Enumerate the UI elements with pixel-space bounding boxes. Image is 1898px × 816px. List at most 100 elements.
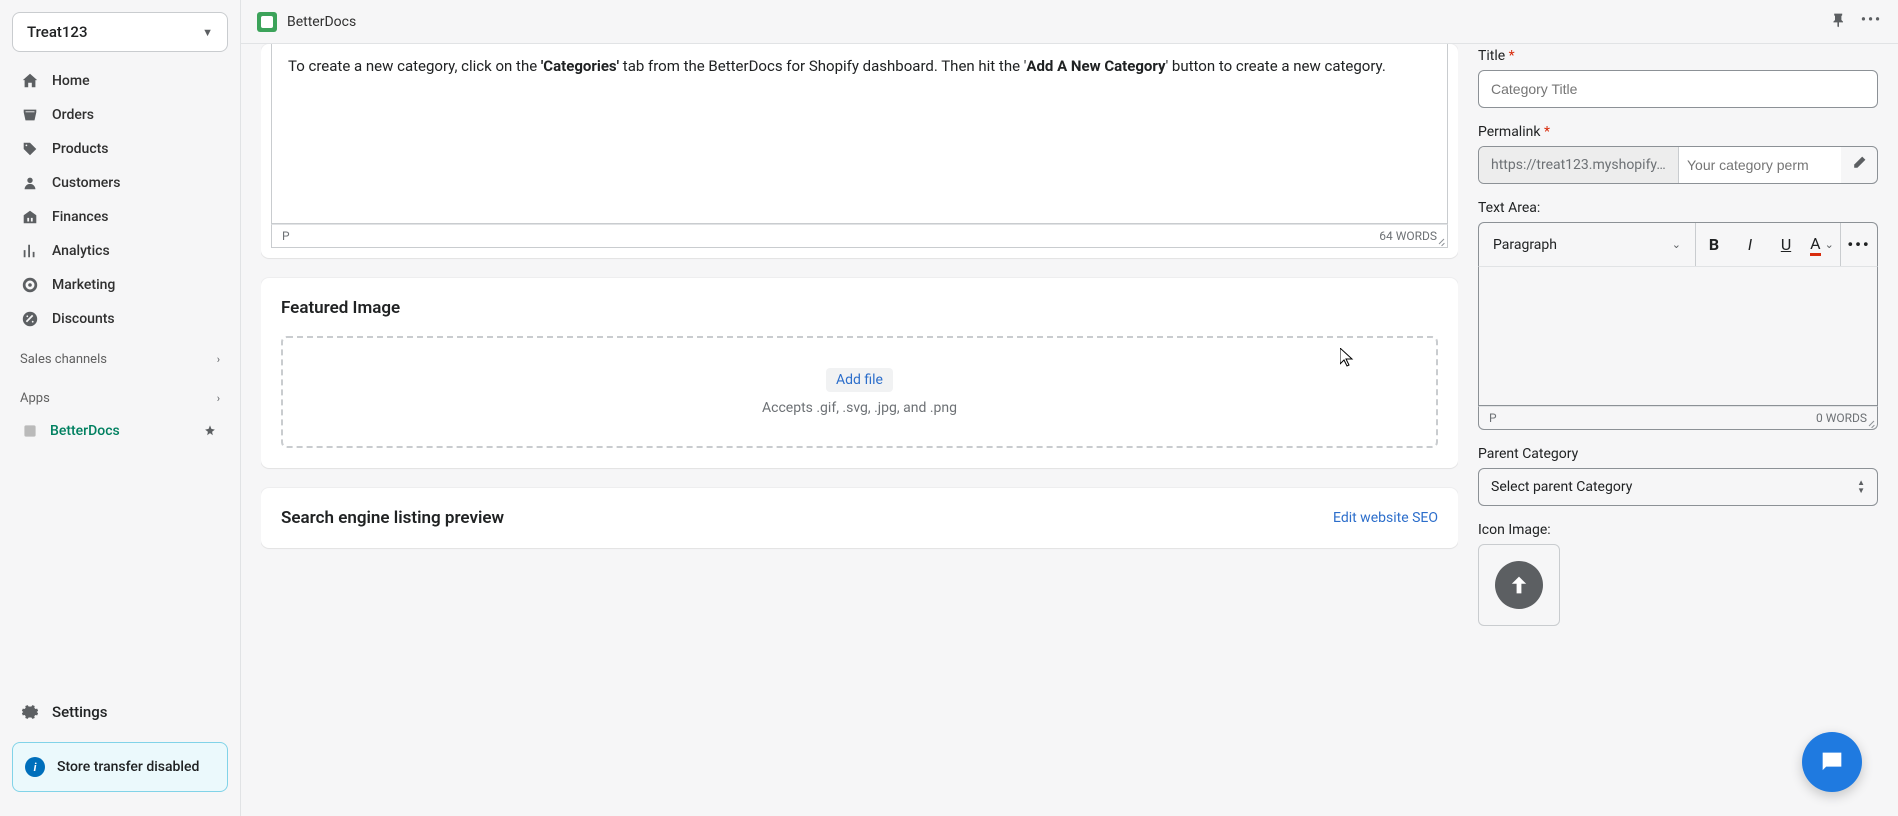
nav-analytics[interactable]: Analytics — [8, 234, 232, 268]
nav-orders-label: Orders — [52, 107, 94, 123]
main: BetterDocs ••• To create a new category,… — [240, 0, 1898, 816]
chevron-down-icon: ⌄ — [1672, 238, 1681, 251]
featured-image-dropzone[interactable]: Add file Accepts .gif, .svg, .jpg, and .… — [281, 336, 1438, 448]
store-selector[interactable]: Treat123 ▼ — [12, 12, 228, 52]
icon-image-label: Icon Image: — [1478, 522, 1878, 538]
app-icon — [20, 421, 40, 441]
nav-list: Home Orders Products Customers Finances … — [0, 64, 240, 336]
bold-button[interactable]: B — [1696, 223, 1732, 266]
home-icon — [20, 71, 40, 91]
rte-toolbar: Paragraph ⌄ B I U A⌄ ••• — [1478, 222, 1878, 266]
seo-card: Search engine listing preview Edit websi… — [261, 488, 1458, 548]
rte-format-select[interactable]: Paragraph ⌄ — [1479, 223, 1696, 266]
pin-icon[interactable] — [200, 421, 220, 441]
permalink-input[interactable] — [1679, 147, 1841, 183]
featured-image-title: Featured Image — [281, 298, 1438, 318]
nav-apps[interactable]: Apps › — [0, 375, 240, 414]
nav-app-betterdocs[interactable]: BetterDocs — [0, 414, 240, 448]
seo-edit-link[interactable]: Edit website SEO — [1333, 510, 1438, 526]
italic-button[interactable]: I — [1732, 223, 1768, 266]
seo-title: Search engine listing preview — [281, 508, 504, 528]
nav-settings-label: Settings — [52, 703, 108, 721]
nav-apps-label: Apps — [20, 391, 50, 406]
permalink-prefix: https://treat123.myshopify.... — [1479, 147, 1679, 183]
right-panel: Title * Permalink * https://treat123.mys… — [1478, 44, 1878, 796]
app-logo-icon — [257, 12, 277, 32]
parent-category-value: Select parent Category — [1491, 479, 1632, 495]
chevron-right-icon: › — [217, 392, 220, 405]
parent-category-label: Parent Category — [1478, 446, 1878, 462]
rte-footer: P 0 WORDS — [1478, 406, 1878, 430]
chat-icon — [1818, 748, 1846, 776]
nav-sales-channels[interactable]: Sales channels › — [0, 336, 240, 375]
store-name: Treat123 — [27, 23, 87, 41]
text-color-button[interactable]: A⌄ — [1804, 223, 1840, 266]
rte-format-value: Paragraph — [1493, 237, 1557, 253]
nav-products-label: Products — [52, 141, 109, 157]
upload-arrow-icon — [1495, 561, 1543, 609]
add-file-button[interactable]: Add file — [826, 368, 893, 392]
nav-discounts[interactable]: Discounts — [8, 302, 232, 336]
editor-card: To create a new category, click on the '… — [261, 44, 1458, 258]
nav-analytics-label: Analytics — [52, 243, 110, 259]
more-formatting-button[interactable]: ••• — [1841, 223, 1877, 266]
store-status-banner[interactable]: i Store transfer disabled — [12, 742, 228, 792]
discounts-icon — [20, 309, 40, 329]
nav-app-label: BetterDocs — [50, 423, 120, 439]
category-title-input[interactable] — [1478, 70, 1878, 108]
editor-wordcount: 64 WORDS — [1379, 229, 1437, 243]
editor-text-post: ' button to create a new category. — [1166, 57, 1386, 75]
nav-products[interactable]: Products — [8, 132, 232, 166]
marketing-icon — [20, 275, 40, 295]
editor-text-pre: To create a new category, click on the — [288, 57, 541, 75]
topbar-title: BetterDocs — [257, 12, 356, 32]
editor-path: P — [282, 229, 290, 243]
nav-customers[interactable]: Customers — [8, 166, 232, 200]
editor-text-bold2: Add A New Category — [1026, 57, 1165, 75]
customers-icon — [20, 173, 40, 193]
chevron-right-icon: › — [217, 353, 220, 366]
editor-footer: P 64 WORDS — [271, 224, 1448, 248]
chat-fab[interactable] — [1802, 732, 1862, 792]
orders-icon — [20, 105, 40, 125]
parent-category-select[interactable]: Select parent Category ▲▼ — [1478, 468, 1878, 506]
rte-path: P — [1489, 411, 1497, 425]
textarea-label: Text Area: — [1478, 200, 1878, 216]
title-label: Title * — [1478, 48, 1878, 64]
pin-icon[interactable] — [1831, 12, 1847, 32]
editor-body[interactable]: To create a new category, click on the '… — [271, 44, 1448, 224]
info-icon: i — [25, 757, 45, 777]
nav-settings[interactable]: Settings — [0, 694, 240, 730]
select-arrows-icon: ▲▼ — [1857, 479, 1865, 495]
editor-text-bold1: 'Categories' — [541, 57, 619, 75]
more-icon[interactable]: ••• — [1861, 12, 1882, 32]
nav-home[interactable]: Home — [8, 64, 232, 98]
analytics-icon — [20, 241, 40, 261]
nav-customers-label: Customers — [52, 175, 120, 191]
nav-marketing-label: Marketing — [52, 277, 115, 293]
nav-finances[interactable]: Finances — [8, 200, 232, 234]
gear-icon — [20, 702, 40, 722]
resize-handle[interactable] — [1865, 417, 1875, 427]
permalink-row: https://treat123.myshopify.... — [1478, 146, 1878, 184]
underline-button[interactable]: U — [1768, 223, 1804, 266]
icon-image-upload[interactable] — [1478, 544, 1560, 626]
topbar: BetterDocs ••• — [241, 0, 1898, 44]
editor-text-mid: tab from the BetterDocs for Shopify dash… — [619, 57, 1026, 75]
nav-finances-label: Finances — [52, 209, 108, 225]
rte-body[interactable] — [1478, 266, 1878, 406]
chevron-down-icon: ▼ — [202, 26, 213, 39]
resize-handle[interactable] — [1435, 235, 1445, 245]
featured-accepts: Accepts .gif, .svg, .jpg, and .png — [313, 400, 1406, 416]
nav-home-label: Home — [52, 73, 90, 89]
store-status-text: Store transfer disabled — [57, 759, 199, 775]
nav-orders[interactable]: Orders — [8, 98, 232, 132]
pencil-icon[interactable] — [1841, 155, 1877, 175]
products-icon — [20, 139, 40, 159]
nav-discounts-label: Discounts — [52, 311, 115, 327]
sidebar: Treat123 ▼ Home Orders Products Customer… — [0, 0, 240, 816]
nav-sales-label: Sales channels — [20, 352, 107, 367]
nav-marketing[interactable]: Marketing — [8, 268, 232, 302]
topbar-title-text: BetterDocs — [287, 14, 356, 30]
finances-icon — [20, 207, 40, 227]
